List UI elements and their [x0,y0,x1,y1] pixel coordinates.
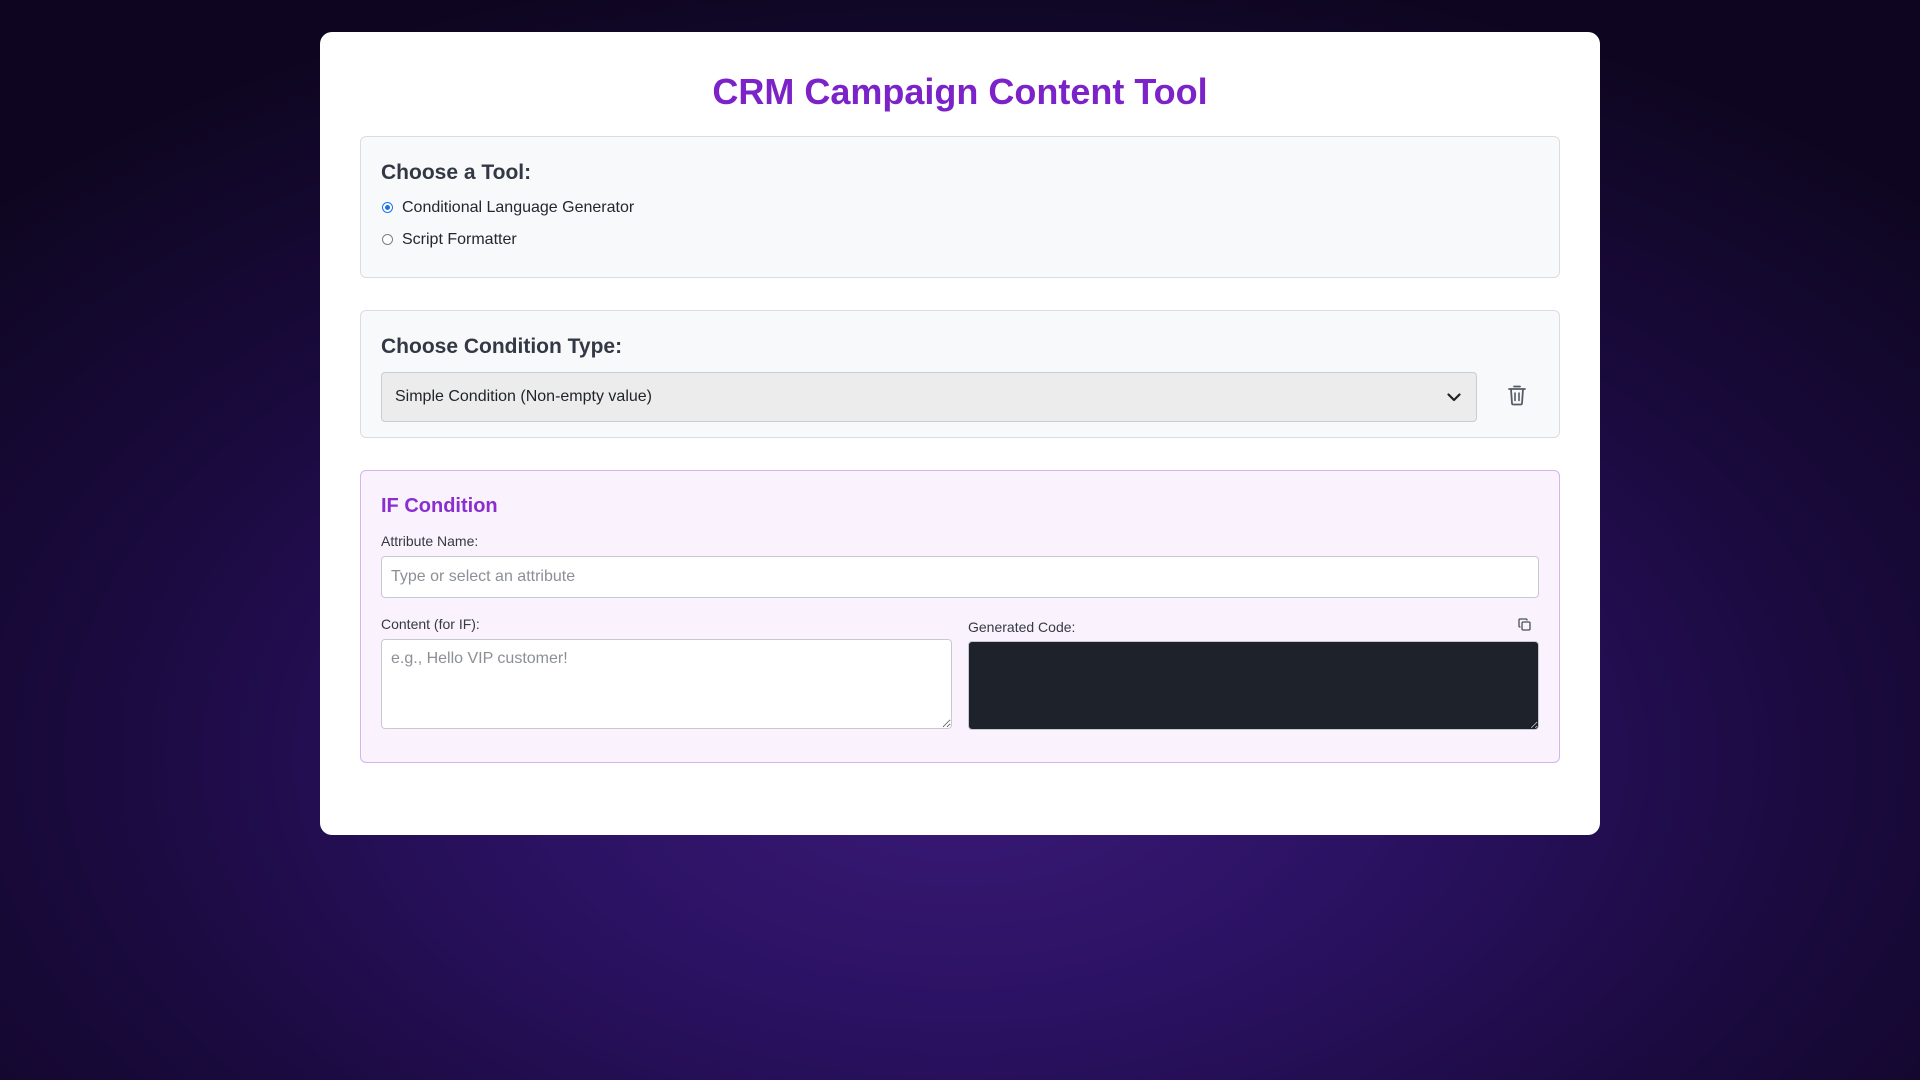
tool-panel-heading: Choose a Tool: [381,161,532,184]
radio-label[interactable]: Script Formatter [402,231,517,249]
condition-type-panel: Choose Condition Type: Simple Condition … [360,310,1560,438]
if-condition-heading: IF Condition [381,495,498,517]
trash-icon [1507,384,1527,411]
if-condition-panel: IF Condition Attribute Name: Content (fo… [360,470,1560,763]
condition-type-selected-value: Simple Condition (Non-empty value) [395,388,652,406]
chevron-down-icon [1446,389,1462,405]
radio-button-conditional-language-generator[interactable] [382,202,393,214]
generated-code-label: Generated Code: [968,619,1076,635]
generated-code-column: Generated Code: [968,616,1539,735]
page-title: CRM Campaign Content Tool [712,71,1208,112]
copy-code-button[interactable] [1515,618,1533,636]
condition-type-select[interactable]: Simple Condition (Non-empty value) [381,372,1477,423]
content-and-code-row: Content (for IF): Generated Code: [381,616,1539,735]
main-card: CRM Campaign Content Tool Choose a Tool:… [320,32,1600,835]
delete-condition-button[interactable] [1503,383,1531,411]
condition-type-heading: Choose Condition Type: [381,335,623,358]
radio-label[interactable]: Conditional Language Generator [402,199,634,217]
radio-option-conditional-language-generator[interactable]: Conditional Language Generator [381,198,1539,217]
content-column: Content (for IF): [381,616,952,735]
content-label: Content (for IF): [381,615,480,632]
generated-code-output[interactable] [968,640,1539,730]
content-textarea[interactable] [381,638,952,729]
generated-code-header: Generated Code: [968,616,1539,636]
radio-button-script-formatter[interactable] [382,234,393,246]
condition-type-row: Simple Condition (Non-empty value) [381,372,1539,423]
radio-option-script-formatter[interactable]: Script Formatter [381,230,1539,249]
attribute-name-label: Attribute Name: [381,533,479,549]
tool-selection-panel: Choose a Tool: Conditional Language Gene… [360,136,1560,278]
copy-icon [1517,618,1531,636]
attribute-name-input[interactable] [381,555,1539,598]
